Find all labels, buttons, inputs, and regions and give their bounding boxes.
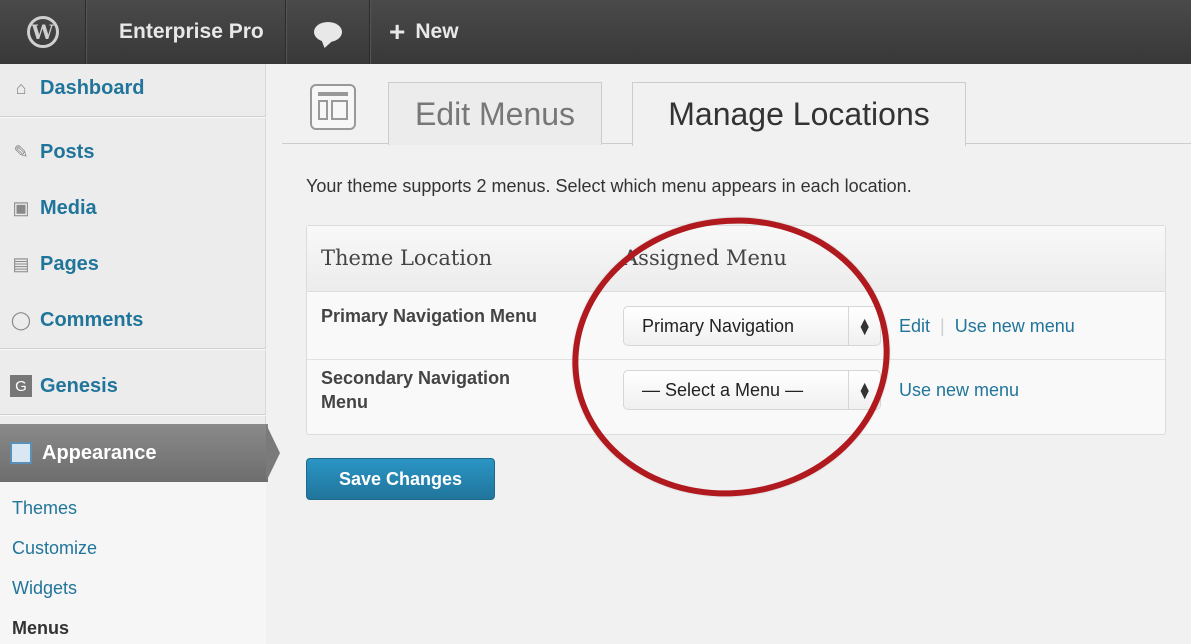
appearance-icon: [10, 442, 32, 464]
sidebar-item-label: Comments: [40, 308, 144, 331]
save-changes-button[interactable]: Save Changes: [306, 458, 495, 500]
new-content-button[interactable]: + New: [370, 0, 459, 64]
submenu-item-menus[interactable]: Menus: [12, 618, 69, 639]
comment-bubble-icon: [314, 22, 342, 42]
sidebar-item-comments[interactable]: ◯ Comments: [0, 296, 266, 344]
sidebar-item-media[interactable]: ▣ Media: [0, 184, 266, 232]
speech-bubble-icon: ◯: [10, 309, 32, 330]
wordpress-logo-button[interactable]: W: [0, 0, 86, 64]
menus-screen-icon: [310, 84, 356, 130]
sidebar-item-label: Posts: [40, 140, 95, 163]
sidebar-item-label: Genesis: [40, 374, 118, 397]
sidebar-item-posts[interactable]: ✎ Posts: [0, 128, 266, 176]
row-actions: Use new menu: [899, 380, 1019, 401]
comments-button[interactable]: [286, 0, 370, 64]
row-actions: Edit | Use new menu: [899, 316, 1075, 337]
sidebar-item-appearance[interactable]: Appearance: [0, 424, 268, 482]
column-header-theme-location: Theme Location: [321, 246, 493, 270]
edit-menu-link[interactable]: Edit: [899, 316, 930, 337]
sidebar-item-genesis[interactable]: G Genesis: [0, 362, 266, 410]
tab-manage-locations[interactable]: Manage Locations: [632, 82, 966, 146]
link-divider: |: [940, 316, 945, 336]
submenu-item-widgets[interactable]: Widgets: [12, 578, 77, 599]
nav-tabs: Edit Menus Manage Locations: [282, 64, 1191, 146]
location-name-line: Menu: [321, 392, 368, 412]
sidebar-item-label: Media: [40, 196, 97, 219]
site-name-link[interactable]: Enterprise Pro: [86, 0, 286, 64]
use-new-menu-link[interactable]: Use new menu: [899, 380, 1019, 401]
pushpin-icon: ✎: [13, 141, 29, 162]
sidebar-item-label: Appearance: [42, 441, 157, 464]
page-icon: ▤: [12, 253, 30, 274]
submenu-item-themes[interactable]: Themes: [12, 498, 77, 519]
use-new-menu-link[interactable]: Use new menu: [955, 316, 1075, 337]
sidebar-item-label: Dashboard: [40, 76, 145, 99]
sidebar-item-label: Pages: [40, 252, 99, 275]
sidebar-separator: [0, 348, 266, 350]
tab-edit-menus[interactable]: Edit Menus: [388, 82, 602, 145]
submenu-item-customize[interactable]: Customize: [12, 538, 97, 559]
genesis-icon: G: [10, 375, 32, 397]
locations-description: Your theme supports 2 menus. Select whic…: [306, 176, 912, 196]
current-menu-arrow: [266, 424, 280, 482]
sidebar-item-pages[interactable]: ▤ Pages: [0, 240, 266, 288]
location-name: Secondary Navigation Menu: [321, 366, 510, 414]
appearance-submenu: Themes Customize Widgets Menus: [0, 482, 266, 644]
camera-icon: ▣: [12, 197, 30, 218]
admin-sidebar: ⌂ Dashboard ✎ Posts ▣ Media ▤ Pages ◯ Co…: [0, 64, 268, 644]
location-name-line: Secondary Navigation: [321, 368, 511, 388]
sidebar-separator: [0, 116, 266, 118]
sidebar-separator: [0, 414, 266, 416]
house-icon: ⌂: [15, 77, 27, 98]
admin-bar: W Enterprise Pro + New: [0, 0, 1191, 64]
location-name-line: Primary Navigation Menu: [321, 306, 538, 326]
wordpress-logo-icon: W: [26, 16, 59, 48]
genesis-icon-letter: G: [10, 375, 32, 397]
plus-icon: +: [389, 16, 406, 47]
location-name: Primary Navigation Menu: [321, 304, 537, 328]
new-content-label: New: [415, 20, 459, 43]
sidebar-item-dashboard[interactable]: ⌂ Dashboard: [0, 64, 266, 112]
